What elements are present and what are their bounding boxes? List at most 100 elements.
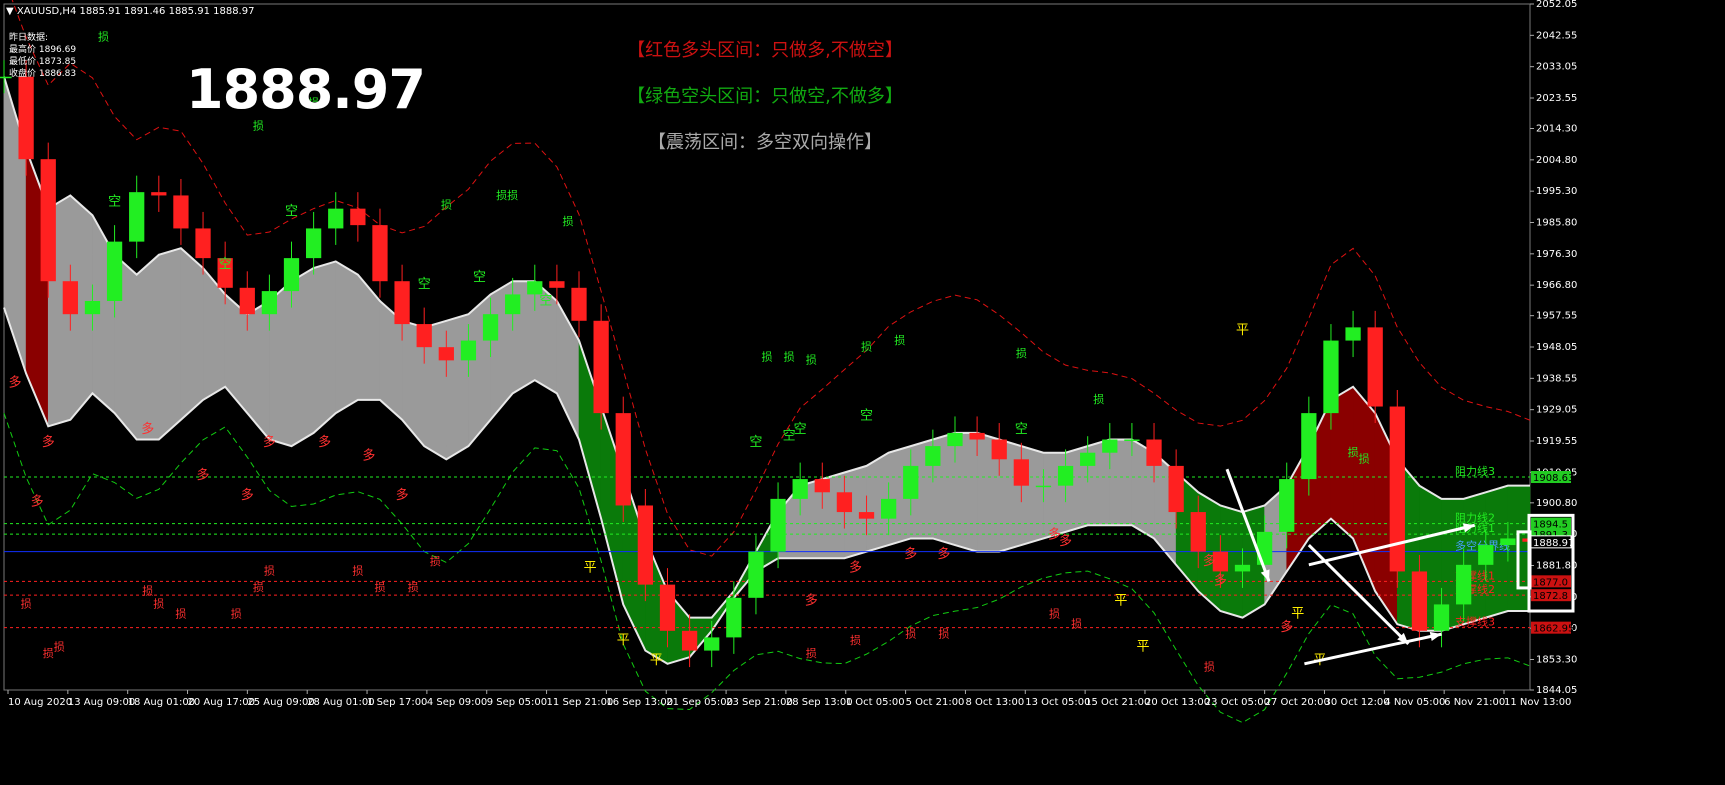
candle-body-25: [549, 281, 565, 288]
signal-marker-15: 空: [539, 293, 552, 308]
y-tick-label-13: 1929.05: [1536, 405, 1577, 416]
candle-body-31: [681, 630, 698, 651]
signal-marker-4: 多: [141, 421, 154, 437]
candle-body-39: [858, 512, 875, 519]
candle-body-50: [1102, 439, 1118, 453]
x-tick-label-20: 23 Oct 05:00: [1205, 697, 1270, 708]
candle-body-49: [1080, 452, 1096, 466]
candle-body-34: [748, 551, 764, 598]
x-tick-label-3: 20 Aug 17:00: [188, 697, 255, 708]
candle-body-59: [1301, 413, 1317, 480]
stop-marker-5: 损: [507, 188, 518, 202]
stop-marker-10: 损: [861, 339, 872, 353]
x-tick-label-0: 10 Aug 2020: [8, 697, 72, 708]
candle-body-67: [1478, 545, 1494, 565]
stop-marker-34: 损: [1071, 617, 1082, 631]
x-tick-label-16: 8 Oct 13:00: [965, 697, 1024, 708]
y-tick-label-2: 2033.05: [1536, 62, 1577, 73]
y-tick-label-8: 1976.30: [1536, 249, 1577, 260]
yesterday-close: 收盘价 1886.83: [9, 69, 77, 79]
header-triangle-icon: ▼: [6, 6, 17, 17]
x-tick-label-1: 13 Aug 09:00: [68, 697, 135, 708]
candle-body-3: [62, 281, 78, 315]
candle-body-2: [40, 159, 56, 282]
y-tick-label-3: 2023.55: [1536, 93, 1577, 104]
chart-window[interactable]: 阻力线3阻力线2阻力线1多空分界线支撑线1支撑线2支撑线3多多多空多多空多多空多…: [0, 0, 1725, 785]
candle-body-48: [1057, 465, 1074, 486]
stop-marker-20: 损: [153, 597, 164, 611]
candle-body-37: [814, 479, 830, 493]
candle-body-33: [726, 597, 742, 638]
signal-marker-5: 多: [197, 467, 210, 483]
stop-marker-12: 损: [1016, 346, 1027, 360]
y-tick-label-16: 1900.80: [1536, 498, 1577, 509]
x-tick-label-12: 23 Sep 21:00: [726, 697, 793, 708]
candle-body-40: [881, 498, 897, 519]
candle-body-61: [1345, 327, 1361, 341]
x-tick-label-17: 13 Oct 05:00: [1025, 697, 1090, 708]
stop-marker-23: 损: [253, 580, 264, 594]
candle-body-26: [571, 287, 587, 321]
y-tick-label-4: 2014.30: [1536, 124, 1577, 135]
signal-marker-32: 多: [1203, 553, 1216, 569]
signal-marker-34: 平: [1236, 323, 1249, 338]
band-segment-16: [357, 273, 381, 401]
candle-body-44: [969, 432, 985, 440]
x-tick-label-14: 1 Oct 05:00: [846, 697, 905, 708]
x-tick-label-23: 4 Nov 05:00: [1384, 697, 1445, 708]
yesterday-low: 最低价 1873.85: [9, 57, 77, 67]
signal-marker-26: 多: [937, 546, 950, 562]
signal-marker-1: 多: [31, 493, 44, 509]
x-tick-label-7: 4 Sep 09:00: [427, 697, 487, 708]
y-tick-label-0: 2052.05: [1536, 0, 1577, 10]
signal-marker-11: 多: [362, 447, 375, 463]
band-segment-14: [313, 261, 337, 434]
candle-body-60: [1323, 340, 1339, 414]
candle-body-41: [903, 465, 919, 499]
candle-body-15: [328, 208, 344, 229]
signal-marker-36: 平: [1291, 607, 1304, 622]
band-segment-11: [246, 300, 270, 441]
y-tick-label-6: 1995.30: [1536, 186, 1577, 197]
stop-marker-6: 损: [562, 214, 573, 228]
band-segment-61: [1352, 385, 1376, 592]
y-tick-label-14: 1919.55: [1536, 436, 1577, 447]
band-segment-20: [446, 313, 469, 460]
stop-marker-22: 损: [231, 607, 242, 621]
x-tick-label-13: 28 Sep 13:00: [786, 697, 853, 708]
stop-marker-17: 损: [43, 646, 54, 660]
x-tick-label-10: 16 Sep 13:00: [606, 697, 673, 708]
stop-marker-24: 损: [264, 564, 275, 578]
candle-body-63: [1389, 406, 1405, 572]
candle-body-57: [1256, 531, 1273, 565]
candle-body-56: [1234, 564, 1251, 572]
price-tag-label-3: 1888.97: [1533, 538, 1574, 549]
y-tick-label-22: 1844.05: [1536, 685, 1577, 696]
x-tick-label-18: 15 Oct 21:00: [1085, 697, 1150, 708]
candle-body-6: [129, 192, 145, 242]
y-tick-label-5: 2004.80: [1536, 155, 1577, 166]
signal-marker-10: 多: [318, 434, 331, 450]
y-tick-label-18: 1881.80: [1536, 560, 1577, 571]
x-tick-label-22: 30 Oct 12:00: [1324, 697, 1389, 708]
legend-range-zone: 【震荡区间：多空双向操作】: [648, 132, 882, 153]
candle-body-53: [1168, 465, 1184, 513]
stop-marker-33: 损: [1049, 607, 1060, 621]
x-tick-label-2: 18 Aug 01:00: [128, 697, 195, 708]
candle-body-9: [195, 228, 211, 259]
stop-marker-0: 损: [98, 29, 109, 43]
signal-marker-14: 空: [473, 270, 486, 285]
stop-marker-18: 损: [54, 640, 65, 654]
x-tick-label-8: 9 Sep 05:00: [487, 697, 547, 708]
candle-body-58: [1279, 479, 1295, 532]
candle-body-28: [615, 413, 631, 506]
candle-body-17: [372, 225, 388, 282]
candle-body-38: [836, 492, 853, 513]
stop-marker-15: 损: [1359, 452, 1370, 466]
band-segment-7: [158, 247, 182, 441]
signal-marker-29: 多: [1059, 533, 1072, 549]
band-segment-8: [180, 247, 204, 421]
y-tick-label-11: 1948.05: [1536, 342, 1577, 353]
yesterday-high: 最高价 1896.69: [9, 45, 77, 55]
stop-marker-26: 损: [374, 580, 385, 594]
